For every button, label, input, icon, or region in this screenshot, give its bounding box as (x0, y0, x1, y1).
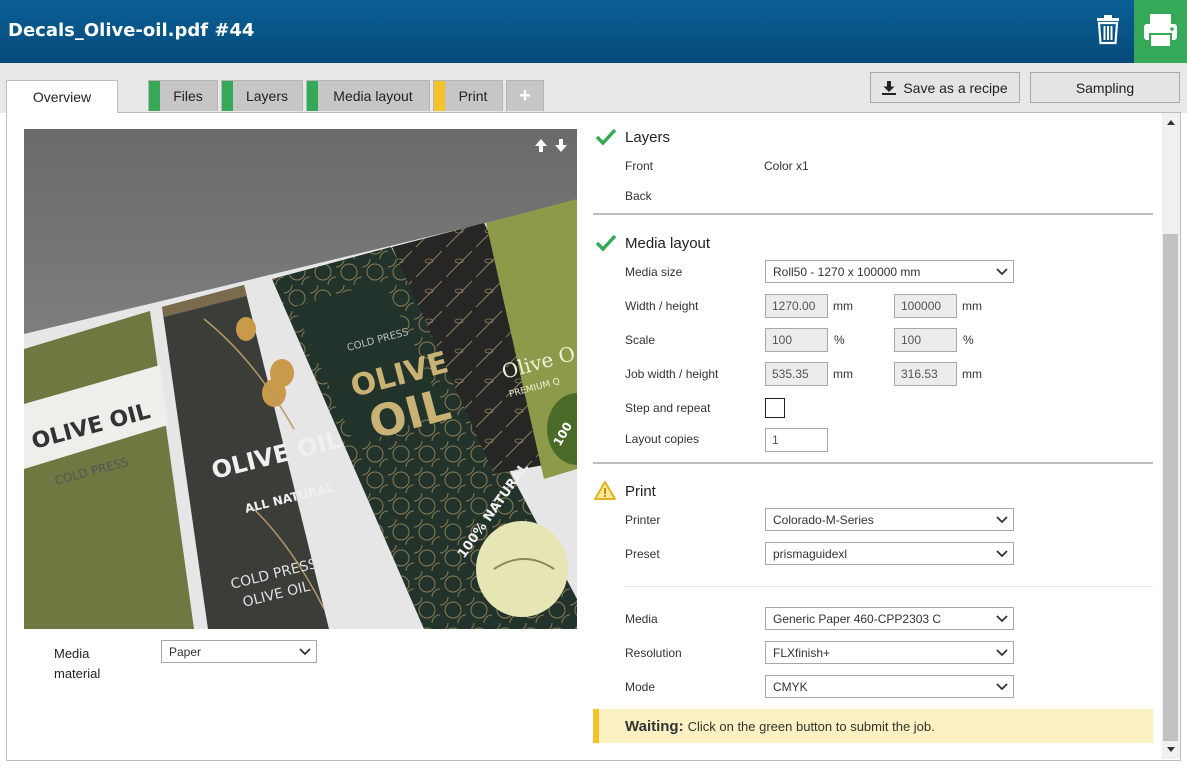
unit-label: % (834, 333, 845, 347)
unit-label: mm (833, 367, 853, 381)
media-label: Media (625, 612, 658, 626)
tab-media-layout-label: Media layout (333, 88, 413, 104)
chevron-down-icon (996, 516, 1008, 524)
plus-icon: + (519, 84, 531, 107)
save-recipe-label: Save as a recipe (903, 79, 1008, 96)
media-size-select[interactable]: Roll50 - 1270 x 100000 mm (765, 260, 1014, 283)
scale-label: Scale (625, 333, 656, 347)
unit-label: mm (962, 367, 982, 381)
chevron-down-icon (996, 268, 1008, 276)
divider (625, 586, 1153, 587)
layout-copies-label: Layout copies (625, 432, 700, 446)
printer-label: Printer (625, 513, 661, 527)
unit-label: mm (833, 299, 853, 313)
tab-layers[interactable]: Layers (221, 80, 303, 111)
tab-layers-label: Layers (245, 88, 289, 104)
delete-button[interactable] (1088, 10, 1128, 50)
arrow-up-icon[interactable] (535, 139, 547, 152)
layout-copies-input[interactable]: 1 (765, 428, 828, 452)
job-preview[interactable]: OLIVE OIL COLD PRESS OLIVE OIL ALL NATUR… (24, 129, 577, 629)
tab-files[interactable]: Files (148, 80, 218, 111)
print-section-title: Print (625, 483, 656, 500)
mode-value: CMYK (773, 679, 808, 694)
status-marker-ok (149, 81, 160, 111)
chevron-down-icon (996, 649, 1008, 657)
tab-add-button[interactable]: + (506, 80, 544, 111)
chevron-down-icon (996, 683, 1008, 691)
submit-print-button[interactable] (1134, 0, 1187, 63)
sampling-button[interactable]: Sampling (1030, 72, 1180, 103)
media-value: Generic Paper 460-CPP2303 C (773, 611, 942, 626)
tab-overview-label: Overview (32, 89, 92, 105)
media-material-select[interactable]: Paper (161, 640, 317, 663)
scroll-up-icon[interactable] (1167, 120, 1175, 125)
tab-print[interactable]: Print (433, 80, 503, 111)
status-label: Waiting: (625, 717, 684, 735)
printer-value: Colorado-M-Series (773, 512, 874, 527)
status-marker-ok (307, 81, 318, 111)
check-icon (595, 128, 617, 146)
mode-label: Mode (625, 680, 656, 694)
save-recipe-button[interactable]: Save as a recipe (870, 72, 1020, 103)
unit-label: mm (962, 299, 982, 313)
media-select[interactable]: Generic Paper 460-CPP2303 C (765, 607, 1014, 630)
job-width-height-label: Job width / height (625, 367, 719, 381)
preset-label: Preset (625, 547, 660, 561)
printer-icon (1144, 14, 1177, 48)
arrow-down-icon[interactable] (555, 139, 567, 152)
preset-value: prismaguidexl (773, 546, 848, 561)
step-repeat-label: Step and repeat (625, 401, 711, 415)
app-window: Decals_Olive-oil.pdf #44 Overview Files … (0, 0, 1187, 771)
divider (593, 213, 1153, 215)
status-message: Click on the green button to submit the … (687, 718, 935, 734)
printer-select[interactable]: Colorado-M-Series (765, 508, 1014, 531)
front-label: Front (625, 159, 654, 173)
media-width-input[interactable]: 1270.00 (765, 294, 828, 318)
media-size-value: Roll50 - 1270 x 100000 mm (773, 264, 921, 279)
resolution-value: FLXfinish+ (773, 645, 831, 660)
layers-section-title: Layers (625, 129, 671, 146)
scale-x-input[interactable]: 100 (765, 328, 828, 352)
scrollbar-thumb[interactable] (1163, 234, 1178, 741)
chevron-down-icon (996, 550, 1008, 558)
download-icon (882, 80, 897, 95)
preview-illustration: OLIVE OIL COLD PRESS OLIVE OIL ALL NATUR… (24, 129, 577, 629)
tab-media-layout[interactable]: Media layout (306, 80, 430, 111)
media-material-value: Paper (169, 644, 202, 659)
check-icon (595, 234, 617, 252)
width-height-label: Width / height (625, 299, 699, 313)
media-layout-section-title: Media layout (625, 235, 711, 252)
flip-view-buttons[interactable] (533, 137, 569, 153)
media-height-input[interactable]: 100000 (894, 294, 957, 318)
status-banner: Waiting: Click on the green button to su… (593, 709, 1153, 743)
chevron-down-icon (996, 615, 1008, 623)
back-label: Back (625, 189, 652, 203)
scale-y-input[interactable]: 100 (894, 328, 957, 352)
sampling-label: Sampling (1075, 79, 1135, 96)
job-height-input[interactable]: 316.53 (894, 362, 957, 386)
step-repeat-checkbox[interactable] (765, 398, 785, 418)
tab-files-label: Files (173, 88, 203, 104)
mode-select[interactable]: CMYK (765, 675, 1014, 698)
preset-select[interactable]: prismaguidexl (765, 542, 1014, 565)
tab-overview[interactable]: Overview (6, 80, 118, 113)
scroll-down-icon[interactable] (1167, 747, 1175, 752)
front-value: Color x1 (764, 159, 809, 173)
resolution-select[interactable]: FLXfinish+ (765, 641, 1014, 664)
media-size-label: Media size (625, 265, 683, 279)
divider (593, 462, 1153, 464)
status-marker-warning (434, 81, 445, 111)
resolution-label: Resolution (625, 646, 682, 660)
tab-print-label: Print (458, 88, 488, 104)
trash-icon (1097, 15, 1119, 45)
job-width-input[interactable]: 535.35 (765, 362, 828, 386)
status-marker-ok (222, 81, 233, 111)
media-material-label: Media material (54, 646, 101, 681)
chevron-down-icon (299, 648, 311, 656)
title-bar: Decals_Olive-oil.pdf #44 (0, 0, 1187, 63)
unit-label: % (963, 333, 974, 347)
job-title: Decals_Olive-oil.pdf #44 (8, 20, 255, 41)
warning-icon (594, 481, 616, 500)
